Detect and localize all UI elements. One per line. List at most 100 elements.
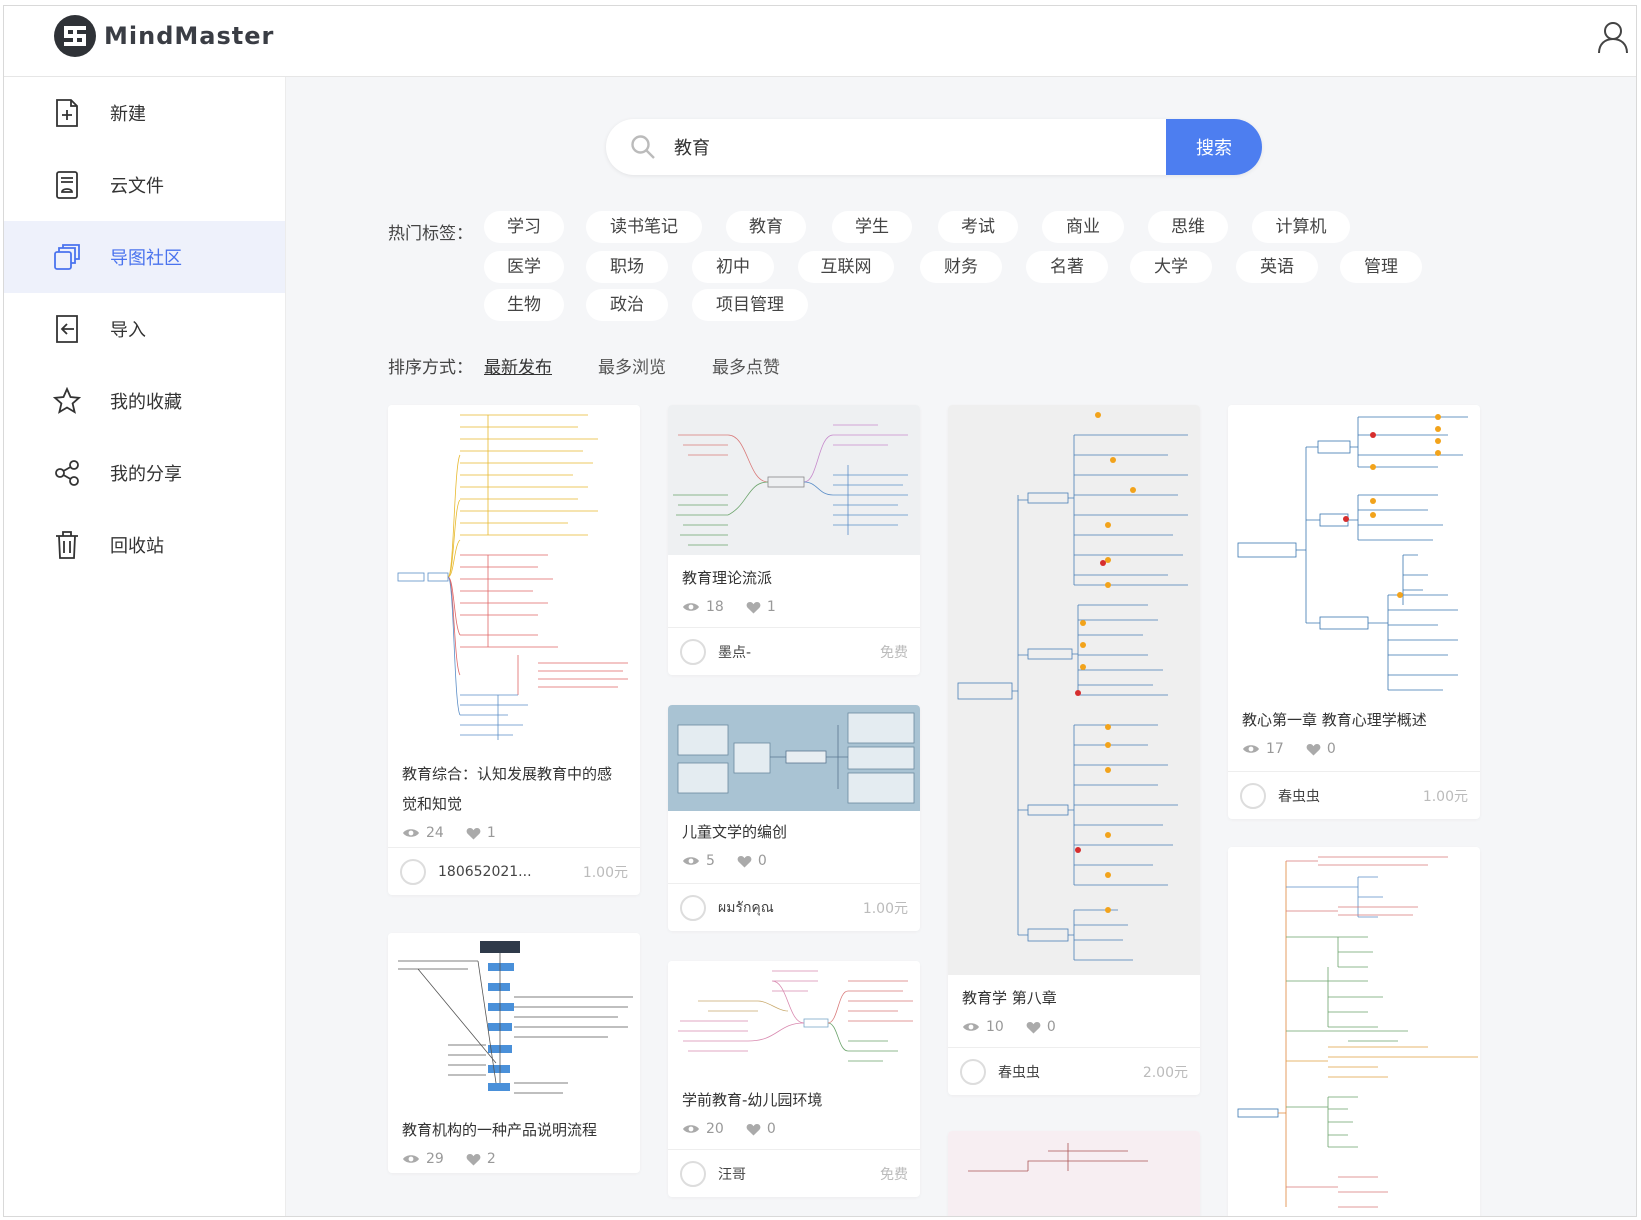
sort-most-liked[interactable]: 最多点赞 <box>712 353 780 378</box>
map-card[interactable]: 教育综合：认知发展教育中的感觉和知觉 24 1 180652021... 1.0… <box>388 405 640 895</box>
sort-newest[interactable]: 最新发布 <box>484 353 552 378</box>
map-card[interactable]: 学前教育-幼儿园环境 20 0 汪哥 免费 <box>668 961 920 1197</box>
tag[interactable]: 初中 <box>692 251 774 283</box>
sidebar-item-community[interactable]: 导图社区 <box>4 221 285 293</box>
sidebar-item-my-shares[interactable]: 我的分享 <box>4 437 285 509</box>
sidebar-item-favorites[interactable]: 我的收藏 <box>4 365 285 437</box>
heart-icon <box>746 1123 761 1135</box>
map-thumbnail <box>1228 847 1480 1216</box>
map-thumbnail <box>668 405 920 555</box>
user-icon[interactable] <box>1596 20 1630 54</box>
sidebar-item-label: 我的收藏 <box>110 392 182 413</box>
tag[interactable]: 大学 <box>1130 251 1212 283</box>
author-avatar[interactable] <box>680 1160 706 1187</box>
eye-icon <box>403 829 419 837</box>
author-name[interactable]: 墨点- <box>718 642 880 662</box>
card-title: 教心第一章 教育心理学概述 <box>1242 711 1427 729</box>
map-thumbnail <box>948 405 1200 975</box>
eye-icon <box>683 857 699 865</box>
author-name[interactable]: 春虫虫 <box>998 1062 1143 1082</box>
tag[interactable]: 计算机 <box>1252 211 1350 243</box>
map-card[interactable]: 教育理论流派 18 1 墨点- 免费 <box>668 405 920 675</box>
tag[interactable]: 学生 <box>832 211 912 243</box>
tag[interactable]: 商业 <box>1042 211 1124 243</box>
tag[interactable]: 思维 <box>1148 211 1228 243</box>
tag[interactable]: 教育 <box>726 211 806 243</box>
logo[interactable]: MindMaster <box>54 15 274 57</box>
map-card[interactable] <box>948 1131 1200 1216</box>
sidebar-item-label: 导图社区 <box>110 248 182 269</box>
map-card[interactable]: 教育机构的一种产品说明流程 29 2 <box>388 933 640 1173</box>
search-button[interactable]: 搜索 <box>1166 119 1262 175</box>
tag[interactable]: 学习 <box>484 211 564 243</box>
author-avatar[interactable] <box>680 894 706 921</box>
tag[interactable]: 名著 <box>1026 251 1108 283</box>
trash-icon <box>52 530 82 560</box>
map-card[interactable]: 儿童文学的编创 5 0 ผมรักคุณ 1.00元 <box>668 705 920 931</box>
map-card[interactable]: 教心第一章 教育心理学概述 17 0 春虫虫 1.00元 <box>1228 405 1480 819</box>
eye-icon <box>683 1125 699 1133</box>
card-title: 儿童文学的编创 <box>682 823 788 841</box>
sidebar-item-new[interactable]: 新建 <box>4 77 285 149</box>
sidebar-item-cloud-files[interactable]: 云文件 <box>4 149 285 221</box>
views-count: 24 <box>402 825 444 841</box>
card-footer: 春虫虫 2.00元 <box>948 1047 1200 1095</box>
sort-most-viewed[interactable]: 最多浏览 <box>598 353 666 378</box>
card-stats: 29 2 <box>388 1145 640 1173</box>
author-name[interactable]: 春虫虫 <box>1278 786 1423 806</box>
card-stats: 10 0 <box>948 1013 1200 1041</box>
tag[interactable]: 管理 <box>1340 251 1422 283</box>
tag[interactable]: 考试 <box>938 211 1018 243</box>
author-avatar[interactable] <box>680 638 706 665</box>
share-icon <box>52 458 82 488</box>
tag[interactable]: 职场 <box>586 251 668 283</box>
sidebar-item-import[interactable]: 导入 <box>4 293 285 365</box>
tag[interactable]: 读书笔记 <box>586 211 702 243</box>
price: 1.00元 <box>862 900 908 917</box>
sidebar-item-trash[interactable]: 回收站 <box>4 509 285 581</box>
card-title: 教育理论流派 <box>682 569 773 587</box>
eye-icon <box>963 1023 979 1031</box>
tag[interactable]: 医学 <box>484 251 564 283</box>
likes-count: 0 <box>737 853 767 869</box>
tag[interactable]: 政治 <box>586 289 668 321</box>
author-name[interactable]: ผมรักคุณ <box>718 897 863 919</box>
map-thumbnail <box>668 961 920 1079</box>
eye-icon <box>403 1155 419 1163</box>
sidebar-item-label: 回收站 <box>110 536 164 557</box>
heart-icon <box>746 601 761 613</box>
map-thumbnail <box>1228 405 1480 701</box>
map-card[interactable]: 教育学 第八章 10 0 春虫虫 2.00元 <box>948 405 1200 1095</box>
card-title: 教育学 第八章 <box>962 989 1057 1007</box>
map-thumbnail <box>668 705 920 811</box>
card-stats: 5 0 <box>668 847 920 875</box>
likes-count: 0 <box>1306 741 1336 757</box>
search-input[interactable] <box>674 136 1134 158</box>
author-name[interactable]: 汪哥 <box>718 1164 880 1184</box>
map-card[interactable] <box>1228 847 1480 1216</box>
app-window: MindMaster 新建 云文件 导图社区 导入 我的收藏 我的分享 回收站 … <box>3 5 1637 1217</box>
author-avatar[interactable] <box>960 1058 986 1085</box>
top-bar: MindMaster <box>4 6 1636 77</box>
card-footer: 春虫虫 1.00元 <box>1228 771 1480 819</box>
card-stats: 24 1 <box>388 819 640 847</box>
author-name[interactable]: 180652021... <box>438 864 583 880</box>
views-count: 10 <box>962 1019 1004 1035</box>
tag[interactable]: 项目管理 <box>692 289 808 321</box>
heart-icon <box>1026 1021 1041 1033</box>
map-thumbnail <box>388 933 640 1109</box>
views-count: 18 <box>682 599 724 615</box>
price: 1.00元 <box>1422 788 1468 805</box>
heart-icon <box>1306 743 1321 755</box>
tag[interactable]: 英语 <box>1236 251 1318 283</box>
tag[interactable]: 互联网 <box>798 251 894 283</box>
author-avatar[interactable] <box>400 858 426 885</box>
map-thumbnail <box>948 1131 1200 1216</box>
community-icon <box>52 242 82 272</box>
price: 免费 <box>880 1166 908 1183</box>
author-avatar[interactable] <box>1240 782 1266 809</box>
price: 2.00元 <box>1142 1064 1188 1081</box>
tag[interactable]: 生物 <box>484 289 564 321</box>
cloud-file-icon <box>52 170 82 200</box>
tag[interactable]: 财务 <box>920 251 1002 283</box>
